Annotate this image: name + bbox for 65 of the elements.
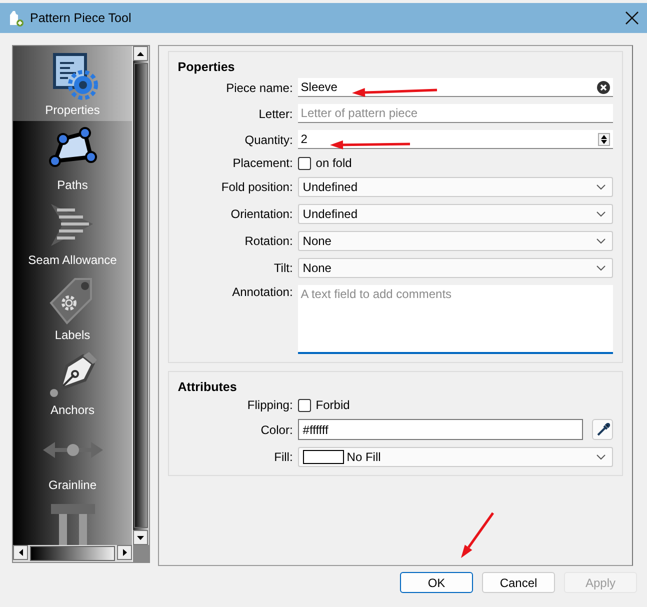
checkbox[interactable] bbox=[298, 156, 311, 170]
close-icon[interactable] bbox=[625, 11, 639, 25]
color-picker-button[interactable] bbox=[592, 419, 613, 440]
spin-box[interactable]: 2 bbox=[298, 130, 613, 149]
scrollbar-thumb[interactable] bbox=[30, 546, 115, 561]
dropdown[interactable]: Undefined bbox=[298, 177, 613, 197]
field-label: Fold position: bbox=[220, 180, 293, 194]
field-label: Tilt: bbox=[272, 261, 293, 275]
annotation-arrow bbox=[461, 512, 494, 558]
sidebar-item[interactable]: Properties bbox=[13, 46, 132, 121]
dialog-button[interactable]: Cancel bbox=[482, 572, 555, 593]
chevron-down-icon bbox=[596, 184, 606, 190]
field-label: Annotation: bbox=[231, 285, 293, 299]
field-label: Quantity: bbox=[244, 132, 293, 146]
dropdown[interactable]: None bbox=[298, 231, 613, 251]
chevron-down-icon bbox=[596, 211, 606, 217]
sidebar-item[interactable]: Grainline bbox=[13, 421, 132, 496]
sidebar-item[interactable]: Paths bbox=[13, 121, 132, 196]
sidebar-item-label: Paths bbox=[57, 178, 88, 192]
scroll-up-button[interactable] bbox=[132, 46, 148, 61]
field-label: Color: bbox=[260, 422, 293, 436]
checkbox-label[interactable]: on fold bbox=[316, 156, 352, 170]
dialog-button[interactable]: OK bbox=[400, 572, 473, 593]
chevron-down-icon bbox=[596, 265, 606, 271]
field-label: Flipping: bbox=[246, 398, 293, 412]
checkbox-label[interactable]: Forbid bbox=[316, 398, 350, 412]
vertical-scrollbar[interactable] bbox=[132, 46, 149, 545]
clear-icon[interactable] bbox=[597, 80, 610, 94]
color-field[interactable]: #ffffff bbox=[298, 419, 583, 440]
sidebar-item-label: Labels bbox=[54, 328, 90, 342]
app-icon bbox=[8, 9, 24, 27]
field-label: Orientation: bbox=[230, 207, 293, 221]
dropdown[interactable]: None bbox=[298, 258, 613, 278]
horizontal-scrollbar[interactable] bbox=[13, 545, 132, 562]
triangle-up-icon bbox=[136, 52, 144, 56]
dropdown[interactable]: Undefined bbox=[298, 204, 613, 224]
sidebar-item-label: Seam Allowance bbox=[28, 253, 117, 267]
scrollbar-thumb[interactable] bbox=[134, 63, 148, 528]
window-title: Pattern Piece Tool bbox=[30, 11, 132, 25]
text-field[interactable]: Sleeve bbox=[298, 78, 613, 97]
field-label: Fill: bbox=[273, 450, 293, 464]
triangle-right-icon bbox=[122, 549, 126, 556]
field-label: Letter: bbox=[258, 106, 293, 120]
sidebar-item-label: Properties bbox=[45, 103, 100, 117]
triangle-down-icon bbox=[136, 536, 144, 540]
scroll-right-button[interactable] bbox=[117, 545, 132, 560]
sidebar-item[interactable]: Seam Allowance bbox=[13, 196, 132, 271]
field-label: Placement: bbox=[232, 156, 293, 170]
group-title: Poperties bbox=[178, 60, 236, 74]
scroll-down-button[interactable] bbox=[132, 530, 148, 545]
sidebar-item-label: Grainline bbox=[48, 478, 97, 492]
sidebar-item[interactable]: Labels bbox=[13, 271, 132, 346]
dropdown[interactable]: No Fill bbox=[298, 447, 613, 467]
group-title: Attributes bbox=[178, 380, 238, 394]
eyedropper-icon bbox=[596, 422, 610, 436]
field-label: Rotation: bbox=[244, 234, 293, 248]
sidebar-item-label: Anchors bbox=[50, 403, 95, 417]
chevron-down-icon bbox=[596, 454, 606, 460]
sidebar-item[interactable]: Anchors bbox=[13, 346, 132, 421]
checkbox[interactable] bbox=[298, 398, 311, 412]
chevron-down-icon bbox=[596, 238, 606, 244]
field-label: Piece name: bbox=[225, 80, 293, 94]
triangle-left-icon bbox=[18, 549, 22, 556]
scroll-left-button[interactable] bbox=[13, 545, 28, 560]
spin-arrows-icon[interactable] bbox=[598, 132, 610, 146]
